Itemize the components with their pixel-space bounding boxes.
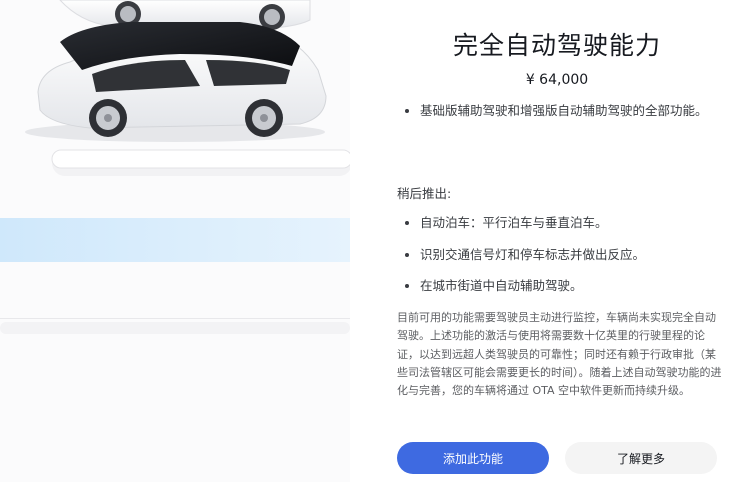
lane-highlight [0,218,350,262]
coming-later-list: 自动泊车：平行泊车与垂直泊车。 识别交通信号灯和停车标志并做出反应。 在城市街道… [402,215,738,310]
car-main-image [25,22,327,142]
add-feature-button[interactable]: 添加此功能 [397,442,549,474]
feature-panel: 完全自动驾驶能力 ¥ 64,000 基础版辅助驾驶和增强版自动辅助驾驶的全部功能… [384,0,730,482]
coming-later-item: 自动泊车：平行泊车与垂直泊车。 [420,215,738,231]
included-feature-list: 基础版辅助驾驶和增强版自动辅助驾驶的全部功能。 [402,100,738,121]
learn-more-button[interactable]: 了解更多 [565,442,717,474]
coming-later-label: 稍后推出: [397,186,452,201]
coming-later-item: 在城市街道中自动辅助驾驶。 [420,278,738,294]
included-feature-item: 基础版辅助驾驶和增强版自动辅助驾驶的全部功能。 [420,100,738,121]
coming-later-item: 识别交通信号灯和停车标志并做出反应。 [420,247,738,263]
parking-illustration [0,0,350,482]
disclaimer-text: 目前可用的功能需要驾驶员主动进行监控，车辆尚未实现完全自动驾驶。上述功能的激活与… [397,311,722,398]
feature-price: ¥ 64,000 [525,72,589,88]
autopark-scene-image [0,0,350,482]
feature-title: 完全自动驾驶能力 [452,31,661,60]
